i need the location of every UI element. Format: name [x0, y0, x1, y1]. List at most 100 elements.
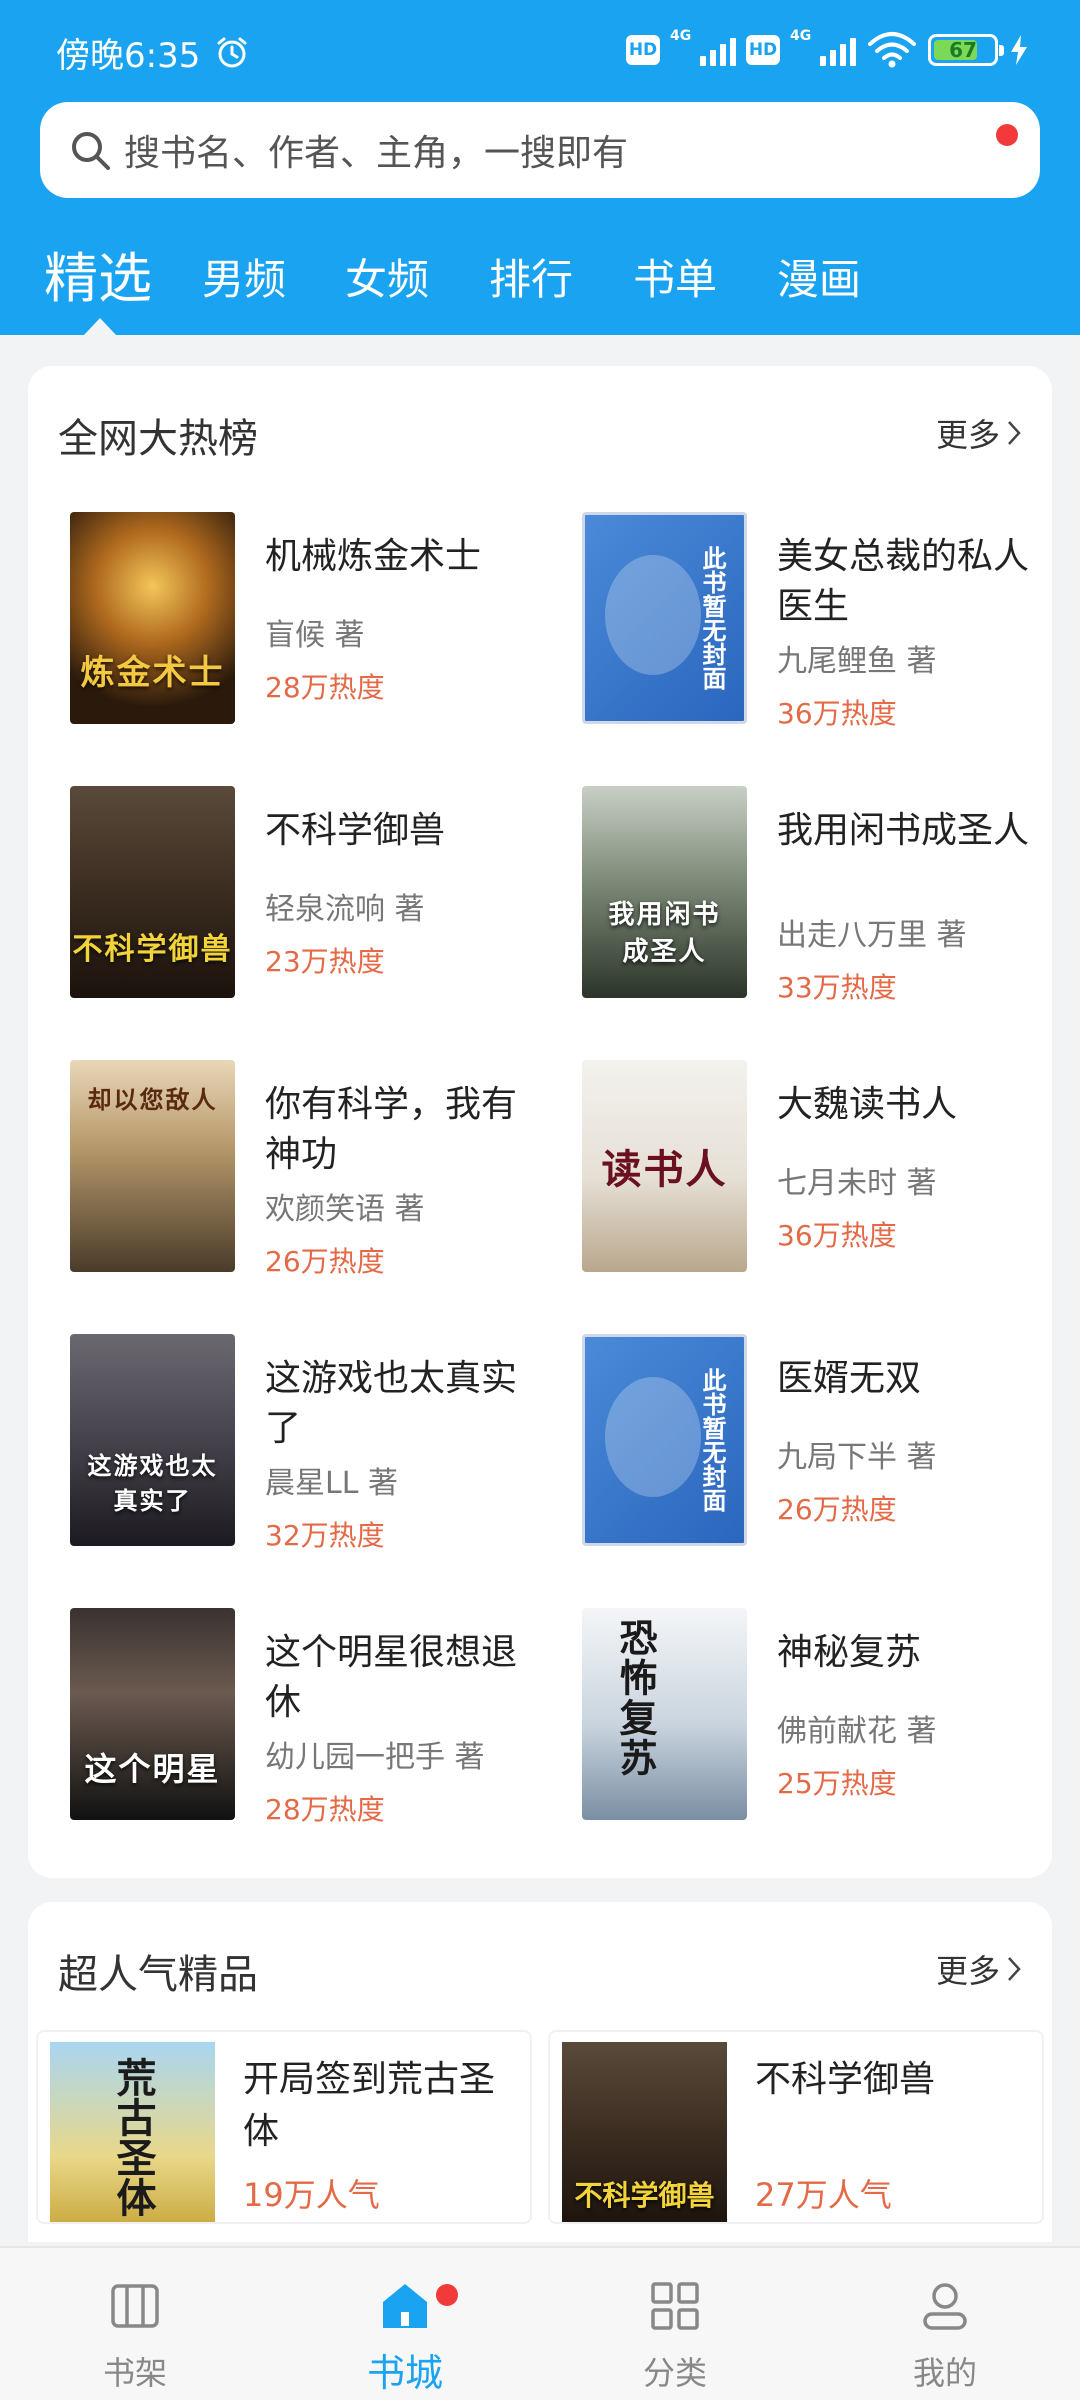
book-title: 我用闲书成圣人	[777, 810, 1030, 851]
book-title: 不科学御兽	[265, 810, 446, 851]
search-placeholder: 搜书名、作者、主角，一搜即有	[124, 133, 629, 174]
hot-list-card: 全网大热榜 更多 炼金术士 机械炼金术士 盲候 著 28万热度 此书暂无封面 美…	[28, 366, 1052, 1878]
grid-icon	[651, 2282, 699, 2330]
book-author: 轻泉流响 著	[265, 892, 425, 927]
charging-icon	[1011, 35, 1027, 65]
book-popularity: 27万人气	[755, 2176, 892, 2214]
book-heat: 25万热度	[777, 1767, 897, 1800]
book-cover: 恐怖复苏	[582, 1608, 747, 1820]
status-time: 傍晚6:35	[56, 36, 201, 76]
chevron-right-icon	[1008, 421, 1021, 445]
book-item[interactable]: 此书暂无封面 美女总裁的私人医生 九尾鲤鱼 著 36万热度	[582, 512, 1052, 732]
book-popularity: 19万人气	[243, 2176, 380, 2214]
book-item[interactable]: 这个明星 这个明星很想退休 幼儿园一把手 著 28万热度	[70, 1608, 540, 1828]
book-cover: 不科学御兽	[70, 786, 235, 998]
book-heat: 28万热度	[265, 1793, 385, 1826]
book-title: 你有科学，我有神功	[265, 1084, 518, 1175]
book-title: 这个明星很想退休	[265, 1632, 518, 1723]
book-cover: 此书暂无封面	[582, 1334, 747, 1546]
book-heat: 26万热度	[265, 1245, 385, 1278]
book-author: 九局下半 著	[777, 1440, 937, 1475]
book-title: 神秘复苏	[777, 1632, 922, 1673]
cell-signal-icon: 4G	[790, 28, 856, 66]
alarm-icon	[217, 37, 247, 67]
user-icon	[923, 2283, 967, 2330]
book-heat: 32万热度	[265, 1519, 385, 1552]
book-cover: 荒古圣体	[50, 2042, 215, 2222]
book-heat: 26万热度	[777, 1493, 897, 1526]
book-cover: 我用闲书成圣人	[582, 786, 747, 998]
book-title: 不科学御兽	[755, 2059, 936, 2100]
status-time-group: 傍晚6:35	[56, 28, 250, 77]
tab-featured[interactable]: 精选	[44, 234, 152, 313]
more-button[interactable]: 更多	[936, 410, 1022, 456]
book-cover: 这个明星	[70, 1608, 235, 1820]
cell-signal-icon: 4G	[670, 28, 736, 66]
section-title: 超人气精品	[58, 1952, 258, 1998]
book-title: 大魏读书人	[777, 1084, 958, 1125]
book-title: 机械炼金术士	[265, 536, 482, 577]
wifi-icon	[868, 32, 916, 68]
book-heat: 33万热度	[777, 971, 897, 1004]
status-bar: 傍晚6:35 HD 4G HD 4G 67	[0, 0, 1080, 100]
book-author: 七月未时 著	[777, 1166, 937, 1201]
book-author: 晨星LL 著	[265, 1466, 398, 1501]
tab-male[interactable]: 男频	[202, 246, 286, 307]
more-button[interactable]: 更多	[936, 1946, 1022, 1992]
status-icons: HD 4G HD 4G 67	[626, 28, 1030, 72]
book-item[interactable]: 炼金术士 机械炼金术士 盲候 著 28万热度	[70, 512, 540, 732]
book-heat: 36万热度	[777, 1219, 897, 1252]
category-tabs: 精选 男频 女频 排行 书单 漫画	[0, 230, 1080, 320]
book-cover: 这游戏也太真实了	[70, 1334, 235, 1546]
home-icon	[383, 2284, 427, 2328]
tab-comics[interactable]: 漫画	[777, 246, 861, 307]
book-author: 盲候 著	[265, 618, 365, 653]
book-item[interactable]: 不科学御兽 不科学御兽 轻泉流响 著 23万热度	[70, 786, 540, 1006]
book-cover: 却以您敌人	[70, 1060, 235, 1272]
header: 傍晚6:35 HD 4G HD 4G 67 搜书名、作者、主角，一搜即有 精选 …	[0, 0, 1080, 335]
book-author: 欢颜笑语 著	[265, 1192, 425, 1227]
hd-badge: HD	[626, 35, 660, 65]
popular-card: 超人气精品 更多 荒古圣体 开局签到荒古圣体 19万人气 不科学御兽 不科学御兽…	[28, 1902, 1052, 2242]
book-title: 美女总裁的私人医生	[777, 536, 1030, 627]
nav-profile[interactable]: 我的	[810, 2248, 1080, 2400]
book-author: 九尾鲤鱼 著	[777, 644, 937, 679]
search-icon	[72, 132, 110, 170]
tab-booklist[interactable]: 书单	[633, 246, 717, 307]
book-item[interactable]: 不科学御兽 不科学御兽 27万人气	[550, 2032, 1042, 2222]
section-title: 全网大热榜	[58, 416, 258, 462]
book-title: 医婿无双	[777, 1358, 922, 1399]
nav-category[interactable]: 分类	[540, 2248, 810, 2400]
search-bar[interactable]: 搜书名、作者、主角，一搜即有	[40, 102, 1040, 198]
book-author: 佛前献花 著	[777, 1714, 937, 1749]
book-item[interactable]: 读书人 大魏读书人 七月未时 著 36万热度	[582, 1060, 1052, 1280]
book-title: 开局签到荒古圣体	[243, 2059, 496, 2152]
nav-bookshelf[interactable]: 书架	[0, 2248, 270, 2400]
book-item[interactable]: 恐怖复苏 神秘复苏 佛前献花 著 25万热度	[582, 1608, 1052, 1828]
notification-dot	[996, 124, 1018, 146]
book-title: 这游戏也太真实了	[265, 1358, 518, 1449]
book-cover: 此书暂无封面	[582, 512, 747, 724]
hd-badge: HD	[746, 35, 780, 65]
book-cover: 炼金术士	[70, 512, 235, 724]
battery-icon: 67	[928, 34, 1004, 66]
chevron-right-icon	[1008, 1957, 1021, 1981]
nav-bookstore[interactable]: 书城	[270, 2248, 540, 2400]
notification-dot	[436, 2284, 458, 2306]
book-cover: 读书人	[582, 1060, 747, 1272]
tab-indicator	[84, 318, 116, 335]
book-cover: 不科学御兽	[562, 2042, 727, 2222]
book-author: 幼儿园一把手 著	[265, 1740, 485, 1775]
book-author: 出走八万里 著	[777, 918, 967, 953]
bookshelf-icon	[111, 2284, 159, 2328]
book-item[interactable]: 我用闲书成圣人 我用闲书成圣人 出走八万里 著 33万热度	[582, 786, 1052, 1006]
book-item[interactable]: 此书暂无封面 医婿无双 九局下半 著 26万热度	[582, 1334, 1052, 1554]
book-item[interactable]: 荒古圣体 开局签到荒古圣体 19万人气	[38, 2032, 530, 2222]
book-item[interactable]: 这游戏也太真实了 这游戏也太真实了 晨星LL 著 32万热度	[70, 1334, 540, 1554]
tab-ranking[interactable]: 排行	[489, 246, 573, 307]
book-heat: 23万热度	[265, 945, 385, 978]
tab-female[interactable]: 女频	[345, 246, 429, 307]
book-heat: 36万热度	[777, 697, 897, 730]
book-item[interactable]: 却以您敌人 你有科学，我有神功 欢颜笑语 著 26万热度	[70, 1060, 540, 1280]
book-heat: 28万热度	[265, 671, 385, 704]
